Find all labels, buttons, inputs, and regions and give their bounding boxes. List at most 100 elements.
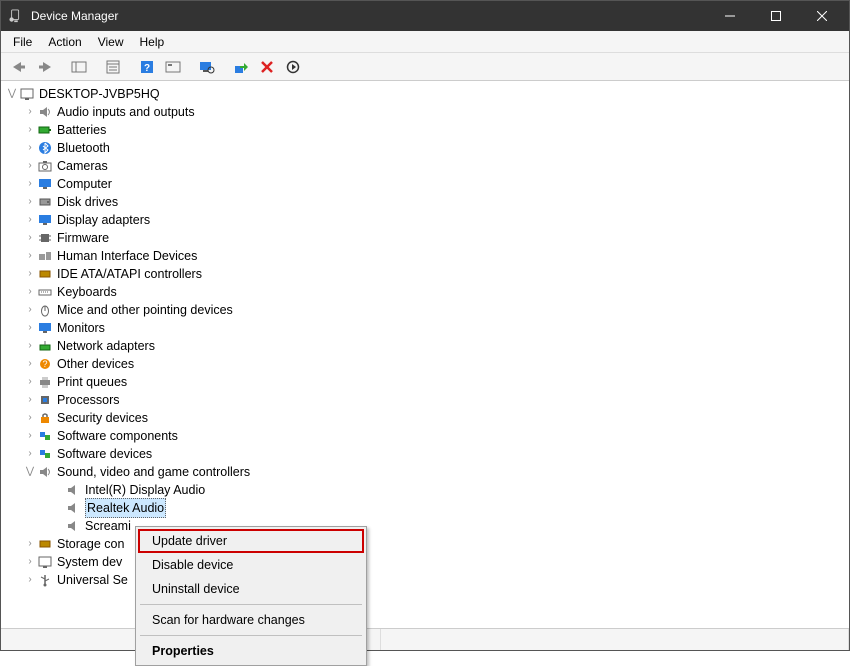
close-button[interactable] <box>803 1 849 31</box>
expand-arrow-icon[interactable]: › <box>23 553 37 571</box>
tree-category-hid[interactable]: ›Human Interface Devices <box>1 247 849 265</box>
properties-icon[interactable] <box>101 56 125 78</box>
ctx-uninstall-device[interactable]: Uninstall device <box>138 577 364 601</box>
tree-device-screami[interactable]: Screami <box>1 517 849 535</box>
expand-arrow-icon[interactable]: › <box>23 571 37 589</box>
controller-icon <box>37 266 53 282</box>
tree-category-disk-drives[interactable]: ›Disk drives <box>1 193 849 211</box>
tree-category-system-devices[interactable]: › System dev <box>1 553 849 571</box>
tree-category-ide-ata[interactable]: › IDE ATA/ATAPI controllers <box>1 265 849 283</box>
tree-label: Monitors <box>57 319 105 337</box>
tree-label: Bluetooth <box>57 139 110 157</box>
tree-category-other-devices[interactable]: ›?Other devices <box>1 355 849 373</box>
collapse-arrow-icon[interactable]: ⋁ <box>5 85 19 103</box>
expand-arrow-icon[interactable]: › <box>23 409 37 427</box>
expand-arrow-icon[interactable]: › <box>23 535 37 553</box>
tree-category-firmware[interactable]: ›Firmware <box>1 229 849 247</box>
expand-arrow-icon[interactable]: › <box>23 283 37 301</box>
tree-device-realtek-audio[interactable]: Realtek Audio <box>1 499 849 517</box>
camera-icon <box>37 158 53 174</box>
tree-category-storage[interactable]: ›Storage con <box>1 535 849 553</box>
menu-file[interactable]: File <box>5 33 40 51</box>
tree-label: IDE ATA/ATAPI controllers <box>57 265 202 283</box>
tree-device-intel-display-audio[interactable]: Intel(R) Display Audio <box>1 481 849 499</box>
software-device-icon <box>37 446 53 462</box>
tree-category-keyboards[interactable]: ›Keyboards <box>1 283 849 301</box>
uninstall-icon[interactable] <box>255 56 279 78</box>
tree-category-print-queues[interactable]: › Print queues <box>1 373 849 391</box>
storage-icon <box>37 536 53 552</box>
svg-text:?: ? <box>144 63 150 74</box>
tree-category-bluetooth[interactable]: › Bluetooth <box>1 139 849 157</box>
expand-arrow-icon[interactable]: › <box>23 229 37 247</box>
tree-category-display-adapters[interactable]: ›Display adapters <box>1 211 849 229</box>
printer-icon <box>37 374 53 390</box>
expand-arrow-icon[interactable]: › <box>23 391 37 409</box>
hid-icon <box>37 248 53 264</box>
disable-icon[interactable] <box>281 56 305 78</box>
expand-arrow-icon[interactable]: › <box>23 373 37 391</box>
speaker-icon <box>65 482 81 498</box>
show-hide-console-icon[interactable] <box>67 56 91 78</box>
expand-arrow-icon[interactable]: › <box>23 247 37 265</box>
expand-arrow-icon[interactable]: › <box>23 319 37 337</box>
forward-button-icon[interactable] <box>33 56 57 78</box>
ctx-update-driver[interactable]: Update driver <box>138 529 364 553</box>
computer-icon <box>19 86 35 102</box>
tree-category-security-devices[interactable]: › Security devices <box>1 409 849 427</box>
tree-category-batteries[interactable]: ›Batteries <box>1 121 849 139</box>
update-driver-icon[interactable] <box>229 56 253 78</box>
minimize-button[interactable] <box>711 1 757 31</box>
tree-category-processors[interactable]: ›Processors <box>1 391 849 409</box>
tree-label: Cameras <box>57 157 108 175</box>
menu-action[interactable]: Action <box>40 33 89 51</box>
ctx-disable-device[interactable]: Disable device <box>138 553 364 577</box>
window-controls <box>711 1 849 31</box>
expand-arrow-icon[interactable]: › <box>23 103 37 121</box>
expand-arrow-icon[interactable]: › <box>23 157 37 175</box>
expand-arrow-icon[interactable]: › <box>23 139 37 157</box>
tree-category-sound-video-game[interactable]: ⋁ Sound, video and game controllers <box>1 463 849 481</box>
device-tree[interactable]: ⋁ DESKTOP-JVBP5HQ ›Audio inputs and outp… <box>1 81 849 628</box>
tree-category-software-devices[interactable]: › Software devices <box>1 445 849 463</box>
menu-view[interactable]: View <box>90 33 132 51</box>
tree-category-network-adapters[interactable]: ›Network adapters <box>1 337 849 355</box>
maximize-button[interactable] <box>757 1 803 31</box>
expand-arrow-icon[interactable]: › <box>23 121 37 139</box>
expand-arrow-icon[interactable]: › <box>23 355 37 373</box>
expand-arrow-icon[interactable]: › <box>23 193 37 211</box>
expand-arrow-icon[interactable]: › <box>23 427 37 445</box>
tree-label: Sound, video and game controllers <box>57 463 250 481</box>
tree-label: System dev <box>57 553 122 571</box>
tree-category-universal-serial[interactable]: › Universal Se <box>1 571 849 589</box>
tree-root[interactable]: ⋁ DESKTOP-JVBP5HQ <box>1 85 849 103</box>
expand-arrow-icon[interactable]: › <box>23 301 37 319</box>
tree-category-cameras[interactable]: › Cameras <box>1 157 849 175</box>
tree-category-mice[interactable]: ›Mice and other pointing devices <box>1 301 849 319</box>
expand-arrow-icon[interactable]: › <box>23 445 37 463</box>
lock-icon <box>37 410 53 426</box>
expand-arrow-icon[interactable]: › <box>23 211 37 229</box>
ctx-scan-hardware[interactable]: Scan for hardware changes <box>138 608 364 632</box>
tree-category-audio-inputs-outputs[interactable]: ›Audio inputs and outputs <box>1 103 849 121</box>
tree-category-monitors[interactable]: › Monitors <box>1 319 849 337</box>
scan-hardware-icon[interactable] <box>195 56 219 78</box>
collapse-arrow-icon[interactable]: ⋁ <box>23 463 37 481</box>
tree-label: Security devices <box>57 409 148 427</box>
expand-arrow-icon[interactable]: › <box>23 265 37 283</box>
tree-label: Software devices <box>57 445 152 463</box>
tree-label: Screami <box>85 517 131 535</box>
expand-arrow-icon[interactable]: › <box>23 175 37 193</box>
ctx-properties[interactable]: Properties <box>138 639 364 663</box>
root-label: DESKTOP-JVBP5HQ <box>39 85 160 103</box>
tree-category-software-components[interactable]: ›Software components <box>1 427 849 445</box>
menu-help[interactable]: Help <box>132 33 173 51</box>
tree-label: Universal Se <box>57 571 128 589</box>
tree-label: Print queues <box>57 373 127 391</box>
expand-arrow-icon[interactable]: › <box>23 337 37 355</box>
window-title: Device Manager <box>31 9 711 23</box>
help-icon[interactable]: ? <box>135 56 159 78</box>
tree-category-computer[interactable]: ›Computer <box>1 175 849 193</box>
back-button-icon[interactable] <box>7 56 31 78</box>
legacy-hardware-icon[interactable] <box>161 56 185 78</box>
